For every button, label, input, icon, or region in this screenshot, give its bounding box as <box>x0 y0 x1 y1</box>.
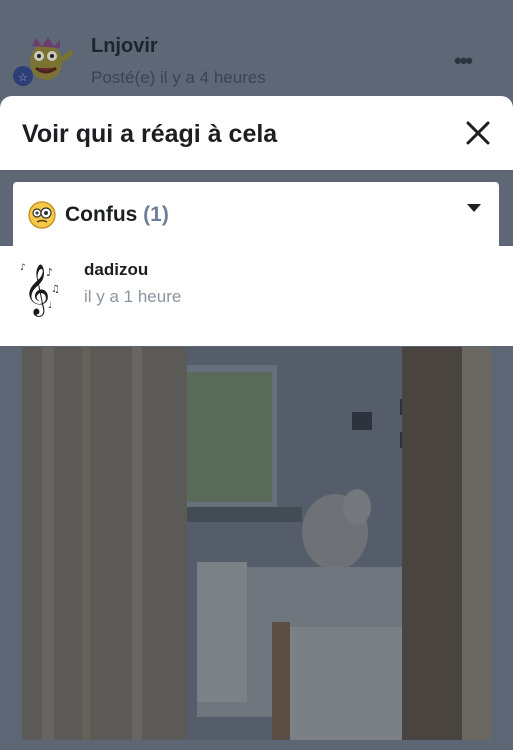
reaction-filter-label: Confus (1) <box>65 203 169 227</box>
close-button[interactable] <box>463 118 493 148</box>
svg-text:♪: ♪ <box>46 266 53 279</box>
reaction-name: Confus <box>65 203 138 226</box>
reactions-dialog-header: Voir qui a réagi à cela <box>0 96 513 170</box>
more-icon[interactable]: ••• <box>454 48 473 74</box>
reaction-time: il y a 1 heure <box>84 287 182 306</box>
post-author[interactable]: Lnjovir <box>91 35 158 58</box>
reaction-count: (1) <box>143 203 169 226</box>
reaction-filter-dropdown[interactable]: Confus (1) <box>13 182 499 248</box>
author-avatar[interactable]: ☆ <box>12 34 74 92</box>
music-note-avatar-icon: 𝄞 ♪ ♫ ♩ ♪ <box>18 256 64 318</box>
caret-down-icon <box>467 204 481 212</box>
user-list-item[interactable]: 𝄞 ♪ ♫ ♩ ♪ dadizou il y a 1 heure <box>0 246 513 346</box>
post-timestamp: Posté(e) il y a 4 heures <box>91 68 266 87</box>
post-photo[interactable] <box>22 347 491 740</box>
monster-avatar-icon: ☆ <box>13 37 74 86</box>
dialog-title: Voir qui a réagi à cela <box>22 120 278 148</box>
reacted-users-list: 𝄞 ♪ ♫ ♩ ♪ dadizou il y a 1 heure <box>0 246 513 346</box>
confused-emoji-icon <box>28 201 56 229</box>
svg-text:♩: ♩ <box>48 301 52 311</box>
svg-text:♪: ♪ <box>20 263 26 273</box>
user-name[interactable]: dadizou <box>84 260 148 280</box>
post-header: ☆ Lnjovir Posté(e) il y a 4 heures ••• <box>0 0 513 100</box>
svg-text:♫: ♫ <box>51 284 60 295</box>
user-avatar[interactable]: 𝄞 ♪ ♫ ♩ ♪ <box>18 256 64 318</box>
svg-text:☆: ☆ <box>18 71 28 84</box>
close-icon <box>466 121 490 145</box>
